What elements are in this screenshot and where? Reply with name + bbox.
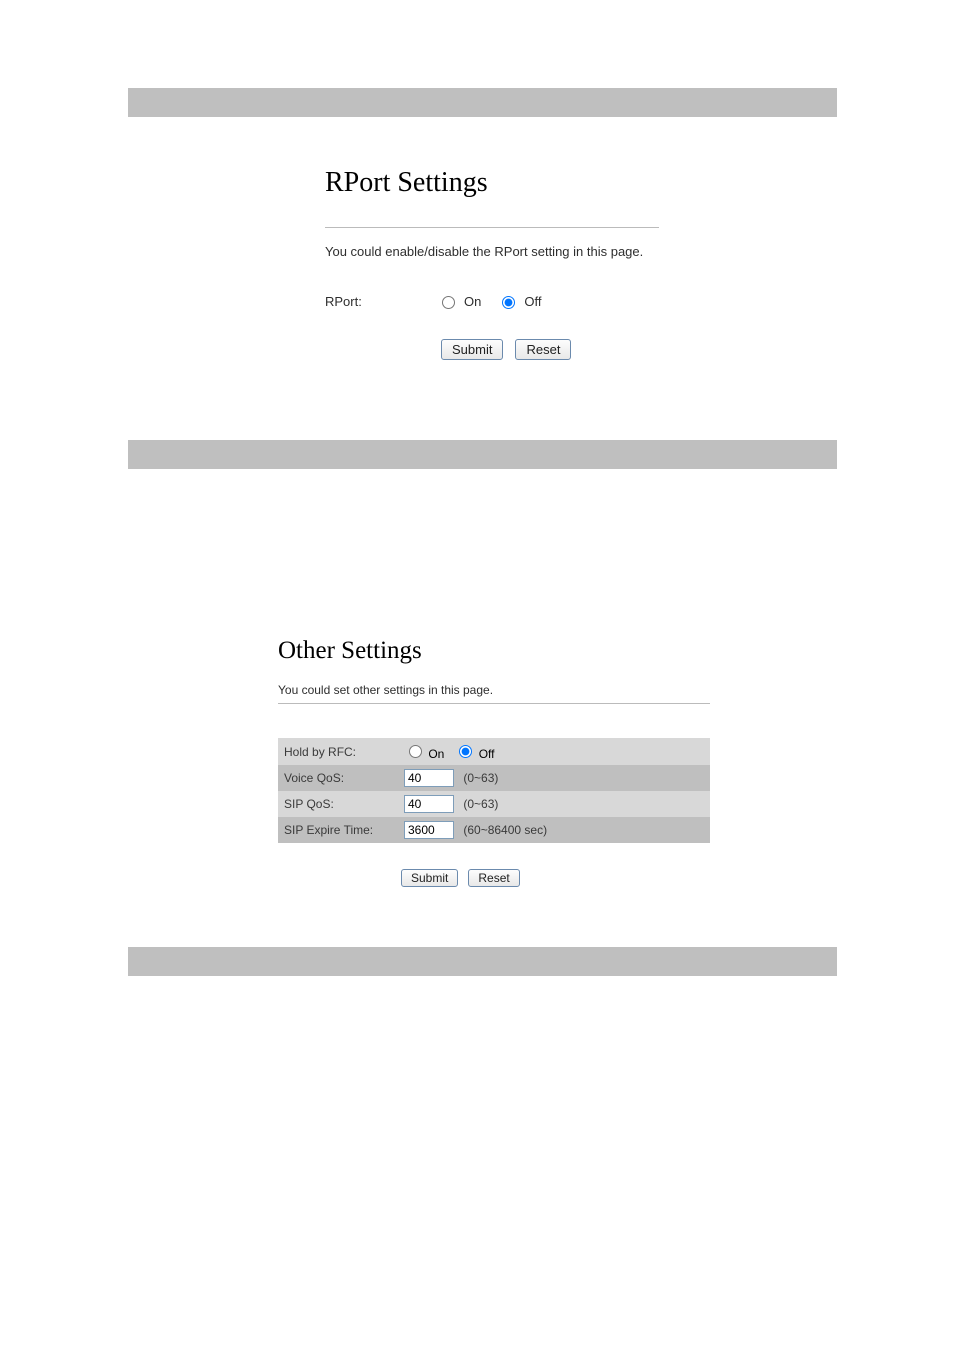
other-settings-table: Hold by RFC: On Off Voice QoS: (0~63) SI… xyxy=(278,738,710,843)
rport-on-radio[interactable] xyxy=(442,296,455,309)
divider-line xyxy=(325,227,659,228)
other-settings-panel: Other Settings You could set other setti… xyxy=(278,637,710,887)
divider-bar xyxy=(128,947,837,976)
rport-on-label[interactable]: On xyxy=(464,294,481,309)
rport-description: You could enable/disable the RPort setti… xyxy=(325,244,685,259)
sip-qos-hint: (0~63) xyxy=(463,797,498,811)
table-row: Voice QoS: (0~63) xyxy=(278,765,710,791)
hold-on-radio[interactable] xyxy=(409,745,422,758)
other-reset-button[interactable]: Reset xyxy=(468,869,519,887)
divider-bar xyxy=(128,88,837,117)
other-title: Other Settings xyxy=(278,637,710,665)
rport-label: RPort: xyxy=(325,294,437,309)
voice-qos-input[interactable] xyxy=(404,769,454,787)
rport-submit-button[interactable]: Submit xyxy=(441,339,503,360)
rport-reset-button[interactable]: Reset xyxy=(515,339,571,360)
divider-bar xyxy=(128,440,837,469)
hold-on-label[interactable]: On xyxy=(428,747,444,761)
hold-off-radio[interactable] xyxy=(459,745,472,758)
hold-off-label[interactable]: Off xyxy=(479,747,495,761)
table-row: SIP QoS: (0~63) xyxy=(278,791,710,817)
sip-expire-label: SIP Expire Time: xyxy=(278,817,398,843)
voice-qos-label: Voice QoS: xyxy=(278,765,398,791)
sip-qos-label: SIP QoS: xyxy=(278,791,398,817)
other-submit-button[interactable]: Submit xyxy=(401,869,458,887)
table-row: SIP Expire Time: (60~86400 sec) xyxy=(278,817,710,843)
rport-off-label[interactable]: Off xyxy=(524,294,541,309)
rport-settings-panel: RPort Settings You could enable/disable … xyxy=(325,167,685,360)
voice-qos-hint: (0~63) xyxy=(463,771,498,785)
table-row: Hold by RFC: On Off xyxy=(278,738,710,765)
sip-expire-input[interactable] xyxy=(404,821,454,839)
rport-title: RPort Settings xyxy=(325,167,685,199)
sip-expire-hint: (60~86400 sec) xyxy=(463,823,547,837)
divider-line xyxy=(278,703,710,704)
sip-qos-input[interactable] xyxy=(404,795,454,813)
rport-off-radio[interactable] xyxy=(502,296,515,309)
other-description: You could set other settings in this pag… xyxy=(278,683,710,697)
hold-by-rfc-label: Hold by RFC: xyxy=(278,738,398,765)
